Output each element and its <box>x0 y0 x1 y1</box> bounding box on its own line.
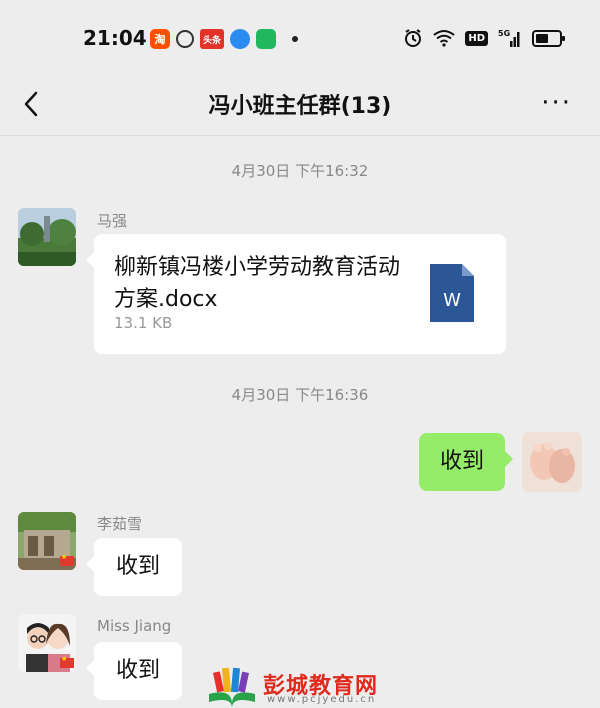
watermark-url: www.pcjyedu.cn <box>267 694 377 705</box>
status-bar: 21:04 淘 头条 HD 5G <box>0 0 600 80</box>
notification-icons: 淘 头条 <box>150 29 298 49</box>
doc-letter: W <box>443 290 461 311</box>
avatar-miss-jiang[interactable] <box>18 614 76 672</box>
more-options-button[interactable]: ··· <box>541 88 572 118</box>
header-divider <box>0 135 600 136</box>
taobao-icon: 淘 <box>150 29 170 49</box>
china-flag-icon <box>60 553 74 566</box>
word-document-icon: W <box>430 264 474 322</box>
chat-title: 冯小班主任群(13) <box>208 94 392 119</box>
alarm-icon <box>405 29 422 47</box>
network-label: 5G <box>498 29 510 38</box>
self-message-bubble[interactable]: 收到 <box>419 433 513 491</box>
wifi-icon <box>433 30 455 47</box>
battery-icon <box>532 29 565 47</box>
more-dots-icon: ··· <box>541 88 572 118</box>
toutiao-icon: 头条 <box>200 29 224 49</box>
status-indicators: HD 5G <box>403 28 565 48</box>
green-app-icon <box>256 29 276 49</box>
file-name: 柳新镇冯楼小学劳动教育活动方案.docx <box>114 255 401 312</box>
watermark: 彭城教育网 www.pcjyedu.cn <box>205 664 405 708</box>
chat-bubble-icon <box>176 30 194 48</box>
avatar-image <box>18 208 76 266</box>
sender-name: Miss Jiang <box>97 617 172 635</box>
chat-header: 冯小班主任群(13) ··· <box>0 80 600 130</box>
file-size: 13.1 KB <box>114 314 173 332</box>
avatar-self[interactable] <box>522 432 582 492</box>
avatar-maqiang[interactable] <box>18 208 76 266</box>
avatar-liruxue[interactable] <box>18 512 76 570</box>
signal-icon: 5G <box>498 29 520 47</box>
blue-app-icon <box>230 29 250 49</box>
sender-name: 马强 <box>97 212 128 230</box>
message-timestamp: 4月30日 下午16:36 <box>231 386 369 404</box>
message-timestamp: 4月30日 下午16:32 <box>231 162 369 180</box>
sender-name: 李茹雪 <box>97 515 143 533</box>
avatar-image <box>522 432 582 492</box>
message-bubble[interactable]: 收到 <box>86 642 182 700</box>
more-notifications-dot-icon <box>292 36 298 42</box>
hd-badge: HD <box>465 30 488 46</box>
book-logo-icon <box>209 667 255 708</box>
china-flag-icon <box>60 655 74 668</box>
file-message-bubble[interactable]: 柳新镇冯楼小学劳动教育活动方案.docx 13.1 KB W <box>86 234 506 354</box>
message-bubble[interactable]: 收到 <box>86 538 182 596</box>
status-time: 21:04 <box>83 26 147 50</box>
